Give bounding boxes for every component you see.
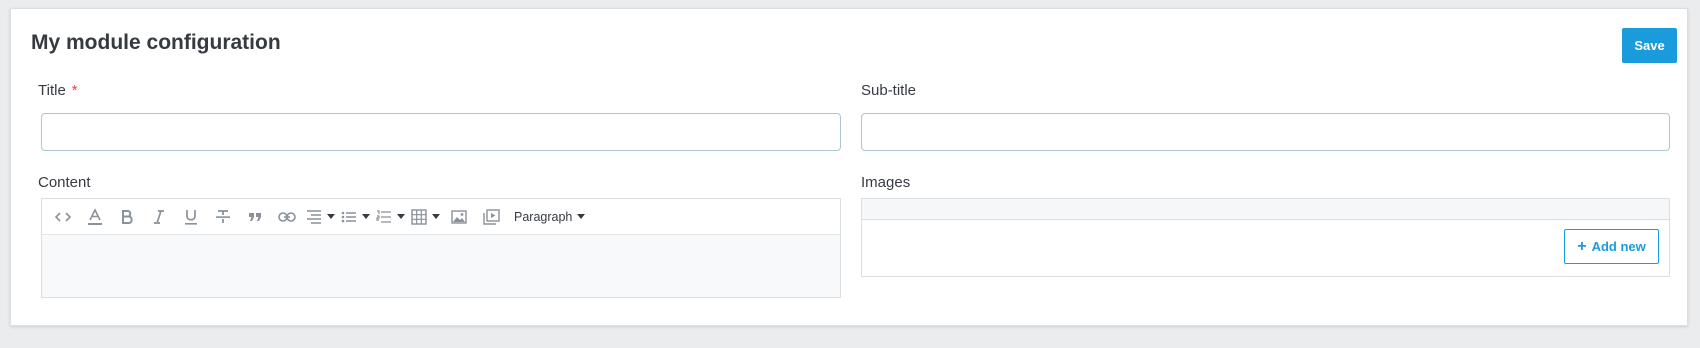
images-panel-header [862, 199, 1669, 220]
subtitle-input[interactable] [861, 113, 1670, 151]
config-card: My module configuration Save Title * Sub-… [10, 8, 1688, 326]
link-icon[interactable] [274, 205, 300, 229]
chevron-down-icon [432, 214, 440, 219]
code-icon[interactable] [50, 205, 76, 229]
underline-icon[interactable] [178, 205, 204, 229]
quote-icon[interactable] [242, 205, 268, 229]
save-button[interactable]: Save [1622, 28, 1677, 63]
text-color-icon[interactable] [82, 205, 108, 229]
chevron-down-icon [327, 214, 335, 219]
title-input[interactable] [41, 113, 841, 151]
numbered-list-icon[interactable] [376, 205, 405, 229]
content-editor: Paragraph [41, 198, 841, 298]
media-icon[interactable] [478, 205, 504, 229]
images-label: Images [861, 174, 911, 191]
align-icon[interactable] [306, 205, 335, 229]
chevron-down-icon [362, 214, 370, 219]
required-mark: * [71, 82, 78, 99]
content-editor-area[interactable] [42, 235, 840, 297]
table-icon[interactable] [411, 205, 440, 229]
title-label-text: Title [38, 82, 66, 99]
page-title: My module configuration [31, 31, 281, 54]
subtitle-label: Sub-title [861, 82, 917, 99]
add-new-label: Add new [1591, 239, 1646, 254]
paragraph-format-label: Paragraph [514, 209, 573, 224]
chevron-down-icon [577, 214, 586, 219]
images-panel: + Add new [861, 198, 1670, 277]
plus-icon: + [1577, 237, 1587, 255]
bold-icon[interactable] [114, 205, 140, 229]
chevron-down-icon [397, 214, 405, 219]
editor-toolbar: Paragraph [42, 199, 840, 235]
paragraph-format-select[interactable]: Paragraph [514, 209, 586, 224]
content-label: Content [38, 174, 91, 191]
title-label: Title * [38, 82, 78, 99]
add-new-button[interactable]: + Add new [1564, 229, 1659, 264]
bullet-list-icon[interactable] [341, 205, 370, 229]
strikethrough-icon[interactable] [210, 205, 236, 229]
image-icon[interactable] [446, 205, 472, 229]
italic-icon[interactable] [146, 205, 172, 229]
